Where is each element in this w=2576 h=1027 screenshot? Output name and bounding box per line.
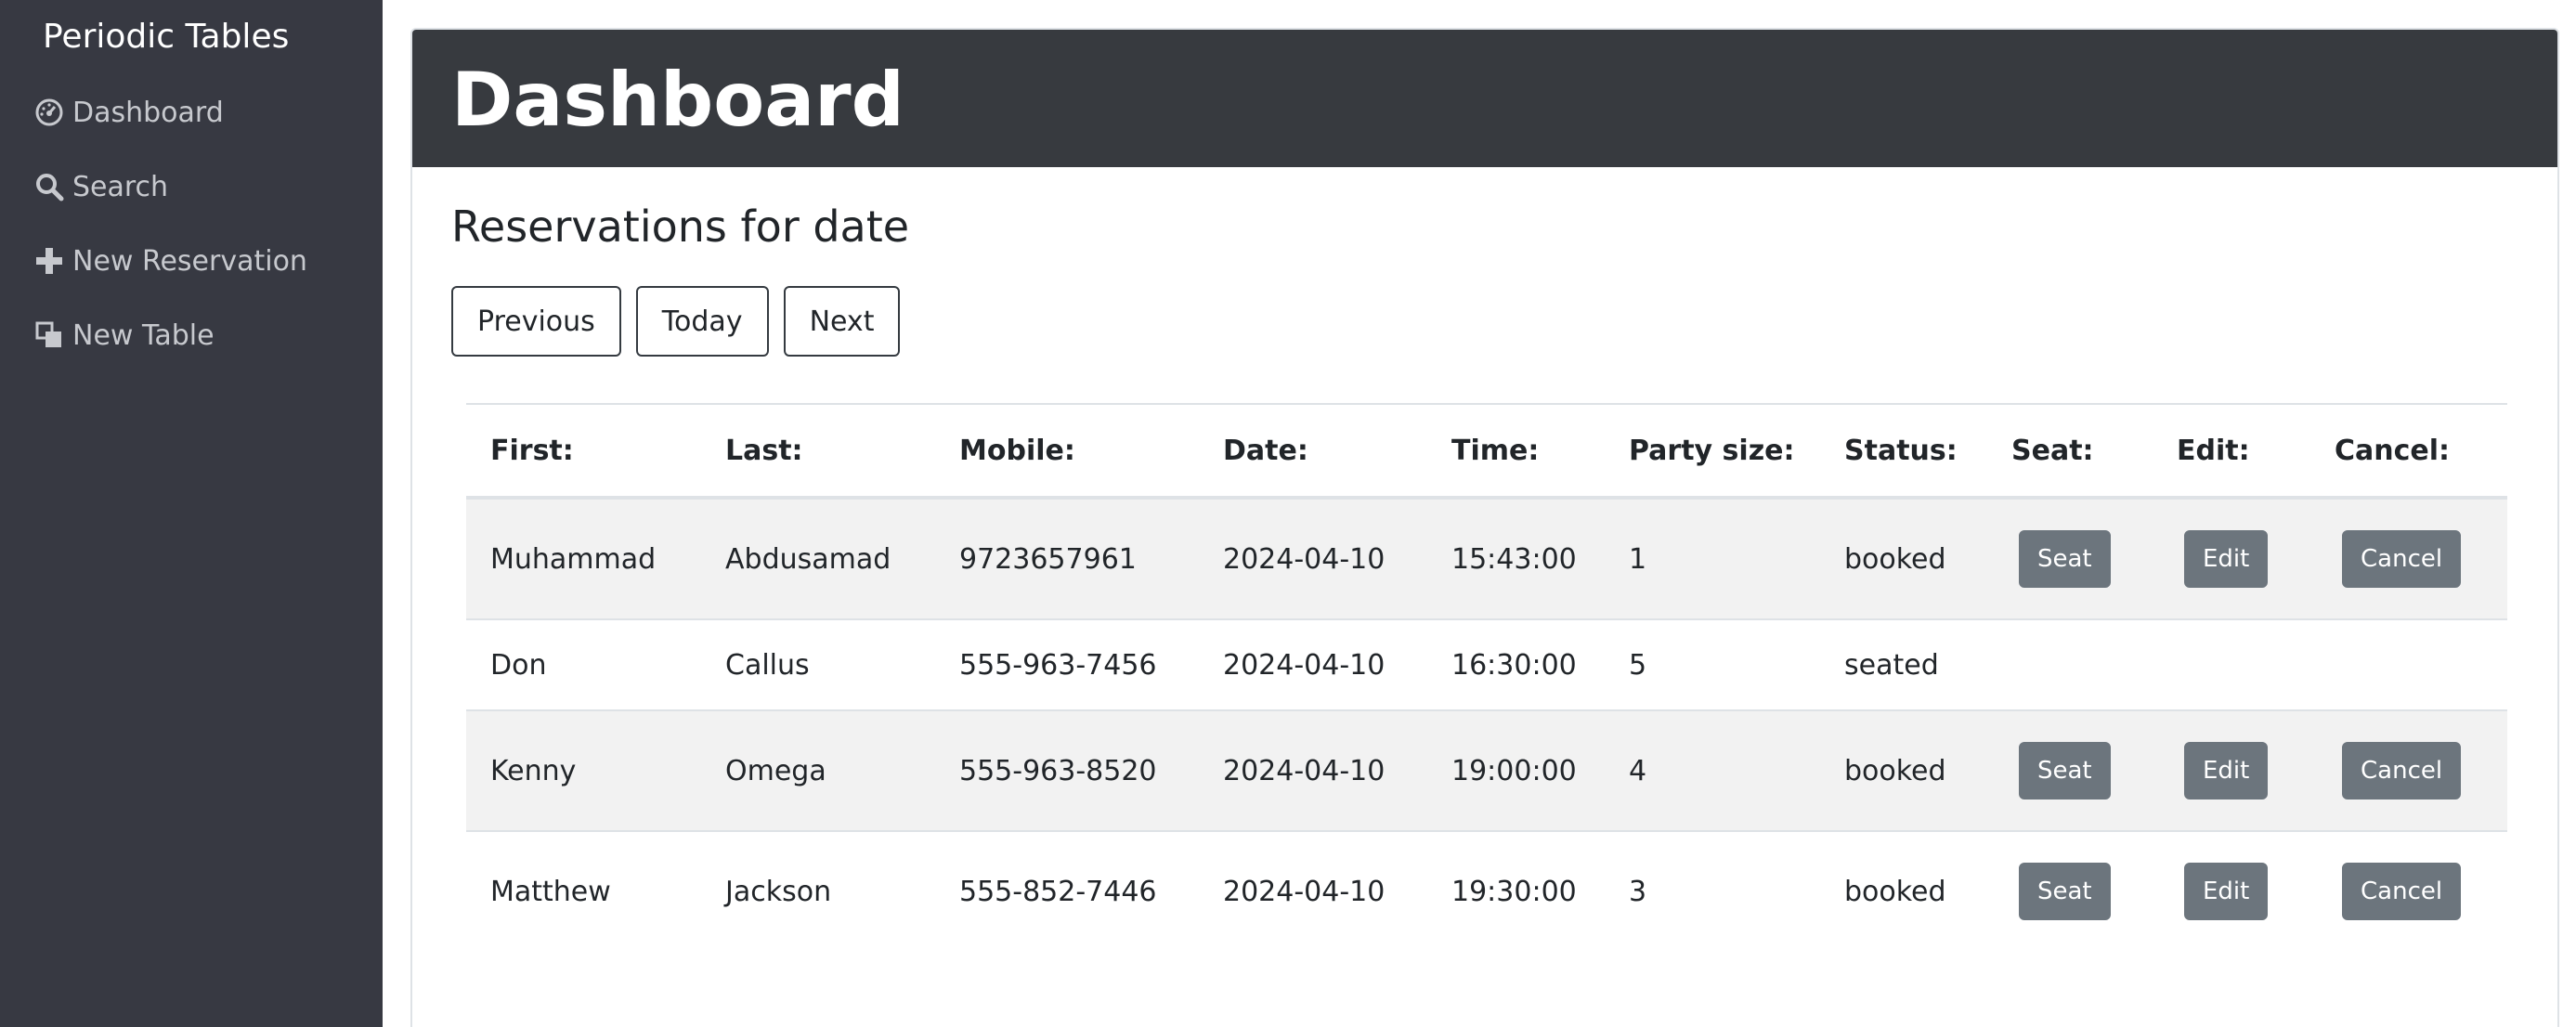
table-row: Matthew Jackson 555-852-7446 2024-04-10 … — [466, 830, 2507, 951]
cell-mobile: 555-963-7456 — [935, 618, 1199, 710]
cell-first: Don — [466, 618, 701, 710]
cell-status: booked — [1820, 497, 1987, 619]
cell-edit: Edit — [2153, 709, 2310, 831]
cell-party-size: 4 — [1605, 709, 1820, 831]
edit-button[interactable]: Edit — [2184, 863, 2269, 920]
today-button[interactable]: Today — [635, 286, 769, 357]
next-button[interactable]: Next — [783, 286, 901, 357]
card-header: Dashboard — [412, 30, 2557, 167]
reservations-subtitle: Reservations for date — [451, 202, 910, 252]
cell-time: 19:00:00 — [1427, 709, 1605, 831]
sidebar-item-label: Dashboard — [72, 96, 224, 129]
cell-cancel: Cancel — [2310, 709, 2507, 831]
table-row: Kenny Omega 555-963-8520 2024-04-10 19:0… — [466, 709, 2507, 831]
cell-date: 2024-04-10 — [1199, 618, 1427, 710]
table-header: First: Last: Mobile: Date: Time: Party s… — [466, 403, 2507, 500]
table-icon — [32, 318, 67, 353]
cell-first: Matthew — [466, 830, 701, 951]
dashboard-icon — [32, 95, 67, 130]
sidebar-item-label: Search — [72, 170, 169, 203]
cell-cancel: Cancel — [2310, 497, 2507, 619]
cell-edit: Edit — [2153, 497, 2310, 619]
brand-title[interactable]: Periodic Tables — [43, 9, 289, 65]
cell-last: Omega — [701, 709, 935, 831]
search-icon — [32, 169, 67, 204]
app-root: Periodic Tables Dashboard Search New Res… — [0, 0, 2576, 1027]
column-header-date: Date: — [1199, 403, 1427, 500]
sidebar-item-label: New Reservation — [72, 244, 307, 278]
sidebar: Periodic Tables Dashboard Search New Res… — [0, 0, 383, 1027]
cell-time: 15:43:00 — [1427, 497, 1605, 619]
plus-icon — [32, 243, 67, 279]
cell-party-size: 5 — [1605, 618, 1820, 710]
previous-button[interactable]: Previous — [451, 286, 621, 357]
header-row: First: Last: Mobile: Date: Time: Party s… — [466, 403, 2507, 500]
cell-seat: Seat — [1987, 830, 2153, 951]
column-header-time: Time: — [1427, 403, 1605, 500]
cell-party-size: 3 — [1605, 830, 1820, 951]
column-header-status: Status: — [1820, 403, 1987, 500]
seat-button[interactable]: Seat — [2019, 530, 2111, 588]
cell-last: Jackson — [701, 830, 935, 951]
cell-party-size: 1 — [1605, 497, 1820, 619]
cell-seat: Seat — [1987, 497, 2153, 619]
column-header-last: Last: — [701, 403, 935, 500]
cell-date: 2024-04-10 — [1199, 830, 1427, 951]
cell-first: Muhammad — [466, 497, 701, 619]
table-body: Muhammad Abdusamad 9723657961 2024-04-10… — [466, 497, 2507, 951]
cell-status: booked — [1820, 709, 1987, 831]
cell-last: Callus — [701, 618, 935, 710]
sidebar-item-new-reservation[interactable]: New Reservation — [32, 238, 307, 284]
cell-mobile: 555-852-7446 — [935, 830, 1199, 951]
cell-date: 2024-04-10 — [1199, 497, 1427, 619]
cancel-button[interactable]: Cancel — [2342, 530, 2462, 588]
cell-cancel: Cancel — [2310, 830, 2507, 951]
cell-time: 16:30:00 — [1427, 618, 1605, 710]
cell-status: seated — [1820, 618, 1987, 710]
cell-edit: Edit — [2153, 830, 2310, 951]
reservations-table: First: Last: Mobile: Date: Time: Party s… — [466, 403, 2507, 951]
cell-cancel — [2310, 618, 2507, 710]
page-title: Dashboard — [451, 57, 904, 143]
sidebar-item-search[interactable]: Search — [32, 163, 168, 210]
cell-last: Abdusamad — [701, 497, 935, 619]
cancel-button[interactable]: Cancel — [2342, 742, 2462, 800]
seat-button[interactable]: Seat — [2019, 863, 2111, 920]
column-header-mobile: Mobile: — [935, 403, 1199, 500]
edit-button[interactable]: Edit — [2184, 530, 2269, 588]
edit-button[interactable]: Edit — [2184, 742, 2269, 800]
sidebar-item-dashboard[interactable]: Dashboard — [32, 89, 224, 136]
date-navigation: Previous Today Next — [451, 286, 901, 357]
sidebar-item-new-table[interactable]: New Table — [32, 312, 215, 358]
column-header-cancel: Cancel: — [2310, 403, 2507, 500]
sidebar-item-label: New Table — [72, 318, 215, 352]
cancel-button[interactable]: Cancel — [2342, 863, 2462, 920]
cell-mobile: 555-963-8520 — [935, 709, 1199, 831]
cell-status: booked — [1820, 830, 1987, 951]
cell-seat — [1987, 618, 2153, 710]
column-header-first: First: — [466, 403, 701, 500]
column-header-edit: Edit: — [2153, 403, 2310, 500]
column-header-seat: Seat: — [1987, 403, 2153, 500]
cell-date: 2024-04-10 — [1199, 709, 1427, 831]
cell-first: Kenny — [466, 709, 701, 831]
cell-time: 19:30:00 — [1427, 830, 1605, 951]
cell-seat: Seat — [1987, 709, 2153, 831]
column-header-party-size: Party size: — [1605, 403, 1820, 500]
seat-button[interactable]: Seat — [2019, 742, 2111, 800]
table-row: Muhammad Abdusamad 9723657961 2024-04-10… — [466, 497, 2507, 619]
cell-edit — [2153, 618, 2310, 710]
cell-mobile: 9723657961 — [935, 497, 1199, 619]
dashboard-card: Dashboard Reservations for date Previous… — [410, 28, 2559, 1027]
table-row: Don Callus 555-963-7456 2024-04-10 16:30… — [466, 618, 2507, 710]
